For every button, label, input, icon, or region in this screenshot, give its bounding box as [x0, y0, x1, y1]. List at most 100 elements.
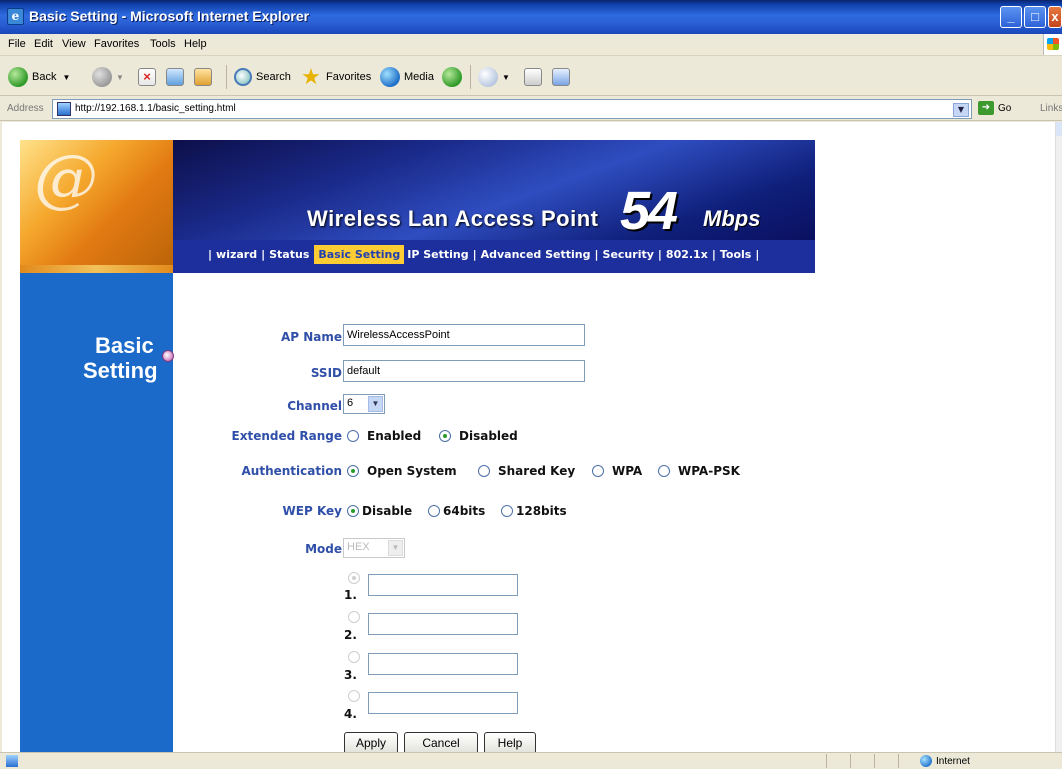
auth-open-system-radio[interactable] [347, 465, 359, 477]
wep-128bits-radio[interactable] [501, 505, 513, 517]
sidebar: Basic Setting [20, 273, 174, 752]
wep-key-label: WEP Key [282, 504, 342, 518]
mode-select[interactable]: HEX ▼ [343, 538, 405, 558]
key4-input[interactable] [368, 692, 518, 714]
windows-logo-icon [1043, 34, 1062, 55]
nav-basic-setting[interactable]: Basic Setting [314, 244, 405, 264]
home-button[interactable] [194, 66, 212, 88]
forward-arrow-icon [92, 67, 112, 87]
menu-favorites[interactable]: Favorites [94, 38, 139, 50]
security-zone: Internet [920, 755, 970, 767]
status-bar: Internet [0, 752, 1062, 769]
stop-button[interactable]: × [138, 66, 156, 88]
key3-input[interactable] [368, 653, 518, 675]
auth-wpa-radio[interactable] [592, 465, 604, 477]
key2-input[interactable] [368, 613, 518, 635]
mail-dropdown-icon[interactable]: ▼ [502, 73, 510, 82]
key3-radio[interactable] [348, 651, 360, 663]
maximize-button[interactable]: □ [1024, 6, 1046, 28]
address-url[interactable]: http://192.168.1.1/basic_setting.html [75, 103, 236, 114]
close-button[interactable]: x [1048, 6, 1062, 28]
forward-dropdown-icon[interactable]: ▼ [116, 73, 124, 82]
window-title: Basic Setting - Microsoft Internet Explo… [29, 8, 310, 24]
browser-window: e Basic Setting - Microsoft Internet Exp… [0, 0, 1062, 769]
nav-advanced-setting[interactable]: Advanced Setting [480, 246, 592, 263]
banner-title: Wireless Lan Access Point [307, 206, 599, 231]
address-input[interactable]: http://192.168.1.1/basic_setting.html ▼ [52, 99, 972, 119]
favorites-button[interactable]: ★ Favorites [300, 66, 371, 88]
help-button[interactable]: Help [484, 732, 536, 752]
auth-open-system-label: Open System [367, 464, 457, 478]
history-icon [442, 67, 462, 87]
key1-radio[interactable] [348, 572, 360, 584]
key4-radio[interactable] [348, 690, 360, 702]
channel-select[interactable]: 6 ▼ [343, 394, 385, 414]
address-bar: Address http://192.168.1.1/basic_setting… [0, 97, 1062, 121]
nav-security[interactable]: Security [602, 246, 655, 263]
back-dropdown-icon[interactable]: ▼ [62, 73, 70, 82]
search-icon [234, 68, 252, 86]
edit-icon [552, 68, 570, 86]
apply-button[interactable]: Apply [344, 732, 398, 752]
wep-64bits-radio[interactable] [428, 505, 440, 517]
menu-help[interactable]: Help [184, 38, 207, 50]
nav-status[interactable]: Status [268, 246, 310, 263]
toolbar: Back ▼ ▼ × Search ★ Favorites Media ▼ [0, 57, 1062, 96]
go-button[interactable]: ➜ Go [978, 101, 1011, 115]
auth-shared-key-label: Shared Key [498, 464, 576, 478]
sidebar-title-line2: Setting [83, 358, 158, 383]
nav-wizard[interactable]: wizard [215, 246, 258, 263]
history-button[interactable] [442, 66, 466, 88]
nav-tools[interactable]: Tools [719, 246, 752, 263]
ext-range-disabled-label: Disabled [459, 429, 518, 443]
wep-disable-radio[interactable] [347, 505, 359, 517]
search-button[interactable]: Search [234, 66, 291, 88]
banner-strip [20, 265, 173, 273]
sidebar-title-line1: Basic [95, 333, 154, 358]
key1-input[interactable] [368, 574, 518, 596]
menu-edit[interactable]: Edit [34, 38, 53, 50]
ext-range-disabled-radio[interactable] [439, 430, 451, 442]
nav-menu: | wizard | Status Basic Setting IP Setti… [205, 244, 762, 264]
ap-name-input[interactable] [343, 324, 585, 346]
ext-range-enabled-label: Enabled [367, 429, 422, 443]
ext-range-enabled-radio[interactable] [347, 430, 359, 442]
key1-label: 1. [344, 588, 357, 602]
print-button[interactable] [524, 66, 542, 88]
chevron-down-icon: ▼ [388, 540, 403, 556]
ssid-input[interactable] [343, 360, 585, 382]
banner-speed: 54 [620, 181, 678, 241]
extended-range-label: Extended Range [231, 429, 342, 443]
authentication-label: Authentication [241, 464, 343, 478]
banner-graphic: Wireless Lan Access Point 54 Mbps [173, 140, 815, 241]
menu-tools[interactable]: Tools [150, 38, 176, 50]
nav-802-1x[interactable]: 802.1x [665, 246, 709, 263]
forward-button[interactable]: ▼ [92, 66, 124, 88]
wep-128bits-label: 128bits [516, 504, 567, 518]
media-button[interactable]: Media [380, 66, 434, 88]
cancel-button[interactable]: Cancel [404, 732, 478, 752]
menu-view[interactable]: View [62, 38, 86, 50]
minimize-button[interactable]: _ [1000, 6, 1022, 28]
menu-bar: File Edit View Favorites Tools Help [0, 34, 1062, 56]
links-button[interactable]: Links [1040, 103, 1062, 114]
mail-button[interactable]: ▼ [478, 66, 510, 88]
menu-file[interactable]: File [8, 38, 26, 50]
wep-64bits-label: 64bits [443, 504, 486, 518]
print-icon [524, 68, 542, 86]
back-button[interactable]: Back ▼ [8, 66, 70, 88]
auth-shared-key-radio[interactable] [478, 465, 490, 477]
bullet-icon [162, 350, 174, 362]
auth-wpa-psk-radio[interactable] [658, 465, 670, 477]
banner-unit: Mbps [703, 206, 761, 231]
key2-radio[interactable] [348, 611, 360, 623]
edit-button[interactable] [552, 66, 570, 88]
key3-label: 3. [344, 668, 357, 682]
ie-logo-icon: e [7, 8, 24, 25]
address-dropdown-icon[interactable]: ▼ [953, 103, 969, 117]
ssid-label: SSID [310, 366, 342, 380]
page-content: @ Wireless Lan Access Point 54 Mbps | wi… [2, 122, 1055, 752]
refresh-button[interactable] [166, 66, 184, 88]
vertical-scrollbar[interactable] [1055, 122, 1062, 752]
nav-ip-setting[interactable]: IP Setting [406, 246, 469, 263]
